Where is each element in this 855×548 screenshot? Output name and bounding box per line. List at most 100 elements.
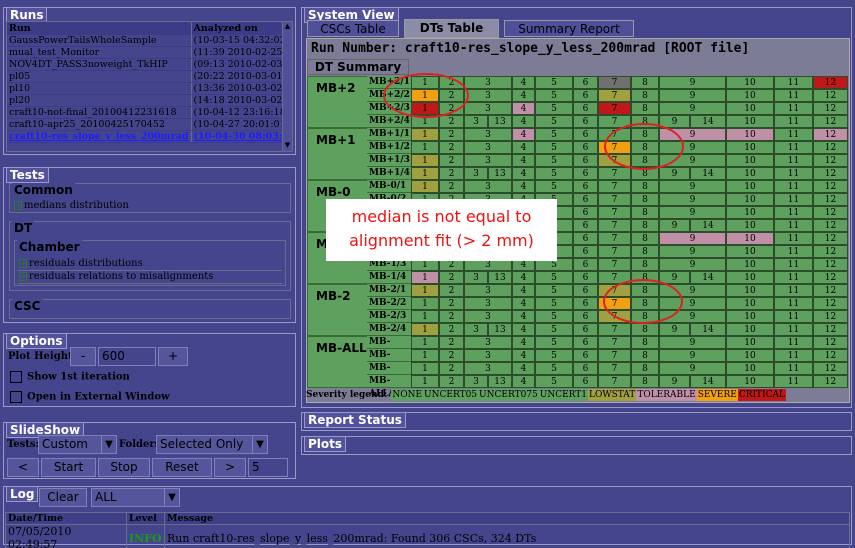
tests-select[interactable]: Custom ▼ [38, 435, 117, 454]
dt-chamber-cell[interactable]: 10 [726, 219, 774, 232]
run-row[interactable]: NOV4DT_PASS3noweight_TkHIP (09:13 2010-02… [7, 58, 292, 71]
station-label[interactable]: MB-2/2 [367, 297, 411, 310]
dt-chamber-cell[interactable]: 1 [411, 180, 439, 193]
dt-chamber-cell[interactable]: 10 [726, 154, 774, 167]
dt-chamber-cell[interactable]: 12 [813, 245, 848, 258]
station-label[interactable]: MB-0/1 [367, 180, 411, 193]
dt-chamber-cell[interactable]: 11 [774, 349, 813, 362]
dt-chamber-cell[interactable]: 7 [598, 349, 631, 362]
dt-chamber-cell[interactable]: 10 [726, 128, 774, 141]
dt-chamber-cell[interactable]: 4 [512, 362, 535, 375]
run-row[interactable]: craft10-apr25_20100425170452 (10-04-27 20… [7, 118, 292, 131]
dt-chamber-cell[interactable]: 11 [774, 323, 813, 336]
tab-cscs-table[interactable]: CSCs Table [307, 20, 399, 37]
dt-chamber-cell[interactable]: 5 [535, 102, 573, 115]
dt-chamber-cell[interactable]: 3 [464, 141, 512, 154]
dt-chamber-cell[interactable]: 2 [439, 115, 464, 128]
dt-chamber-cell[interactable]: 3 [464, 154, 512, 167]
dt-chamber-cell[interactable]: 8 [631, 375, 659, 388]
run-row[interactable]: mual_test_Monitor (11:39 2010-02-25) [7, 46, 292, 59]
dt-chamber-cell[interactable]: 3 [464, 310, 512, 323]
dt-chamber-cell[interactable]: 12 [813, 128, 848, 141]
dt-chamber-cell[interactable]: 3 [464, 362, 512, 375]
station-label[interactable]: MB-ALL/1 [367, 336, 411, 360]
station-label[interactable]: MB-ALL/4 [367, 375, 411, 399]
station-label[interactable]: MB-2/3 [367, 310, 411, 323]
dt-chamber-cell[interactable]: 3 [464, 284, 512, 297]
dt-chamber-cell[interactable]: 4 [512, 167, 535, 180]
dt-chamber-cell[interactable]: 6 [573, 102, 598, 115]
dt-chamber-cell[interactable]: 3 [464, 76, 512, 89]
dt-chamber-cell[interactable]: 5 [535, 128, 573, 141]
dt-chamber-cell[interactable]: 11 [774, 180, 813, 193]
dt-chamber-cell[interactable]: 4 [512, 76, 535, 89]
dt-chamber-cell[interactable]: 12 [813, 271, 848, 284]
run-row[interactable]: pl05 (20:22 2010-03-01) [7, 70, 292, 83]
dt-chamber-cell[interactable]: 4 [512, 89, 535, 102]
dt-chamber-cell[interactable]: 10 [726, 141, 774, 154]
dt-chamber-cell[interactable]: 10 [726, 245, 774, 258]
dt-chamber-cell[interactable]: 8 [631, 362, 659, 375]
dt-chamber-cell[interactable]: 7 [598, 219, 631, 232]
dt-chamber-cell[interactable]: 12 [813, 310, 848, 323]
dt-chamber-cell[interactable]: 2 [439, 336, 464, 349]
dt-chamber-cell[interactable]: 13 [488, 167, 512, 180]
dt-chamber-cell[interactable]: 6 [573, 310, 598, 323]
dt-chamber-cell[interactable]: 4 [512, 336, 535, 349]
dt-chamber-cell[interactable]: 4 [512, 102, 535, 115]
station-label[interactable]: MB-1/4 [367, 271, 411, 284]
dt-chamber-cell[interactable]: 10 [726, 375, 774, 388]
dt-chamber-cell[interactable]: 12 [813, 336, 848, 349]
dt-chamber-cell[interactable]: 1 [411, 336, 439, 349]
dt-chamber-cell[interactable]: 6 [573, 323, 598, 336]
station-label[interactable]: MB-ALL/3 [367, 362, 411, 386]
dt-chamber-cell[interactable]: 1 [411, 141, 439, 154]
dt-chamber-cell[interactable]: 10 [726, 167, 774, 180]
dt-chamber-cell[interactable]: 11 [774, 310, 813, 323]
dt-chamber-cell[interactable]: 12 [813, 258, 848, 271]
runs-scrollbar[interactable]: ▲ ▼ [282, 22, 292, 151]
dt-chamber-cell[interactable]: 12 [813, 284, 848, 297]
dt-chamber-cell[interactable]: 12 [813, 76, 848, 89]
dt-chamber-cell[interactable]: 3 [464, 115, 488, 128]
dt-chamber-cell[interactable]: 3 [464, 102, 512, 115]
dt-chamber-cell[interactable]: 4 [512, 323, 535, 336]
run-row[interactable]: pl10 (13:36 2010-03-02) [7, 82, 292, 95]
dt-chamber-cell[interactable]: 5 [535, 154, 573, 167]
dt-chamber-cell[interactable]: 12 [813, 219, 848, 232]
dt-chamber-cell[interactable]: 3 [464, 180, 512, 193]
dt-chamber-cell[interactable]: 5 [535, 323, 573, 336]
dt-chamber-cell[interactable]: 6 [573, 219, 598, 232]
dt-chamber-cell[interactable]: 4 [512, 154, 535, 167]
dt-chamber-cell[interactable]: 7 [598, 232, 631, 245]
dt-chamber-cell[interactable]: 6 [573, 141, 598, 154]
dt-chamber-cell[interactable]: 8 [631, 349, 659, 362]
dt-chamber-cell[interactable]: 11 [774, 336, 813, 349]
dt-chamber-cell[interactable]: 12 [813, 167, 848, 180]
dt-chamber-cell[interactable]: 4 [512, 271, 535, 284]
dt-chamber-cell[interactable]: 8 [631, 336, 659, 349]
dt-chamber-cell[interactable]: 2 [439, 180, 464, 193]
show-iteration-option[interactable]: Show 1st iteration [10, 371, 130, 383]
dt-chamber-cell[interactable]: 3 [464, 89, 512, 102]
dt-chamber-cell[interactable]: 6 [573, 297, 598, 310]
prev-slide-button[interactable]: < [7, 458, 39, 477]
dt-chamber-cell[interactable]: 7 [598, 336, 631, 349]
station-label[interactable]: MB-ALL/2 [367, 349, 411, 373]
run-row[interactable]: craft10-not-final_20100412231618 (10-04-1… [7, 106, 292, 119]
log-level-select[interactable]: ALL ▼ [91, 488, 180, 507]
dt-chamber-cell[interactable]: 6 [573, 154, 598, 167]
dt-chamber-cell[interactable]: 5 [535, 76, 573, 89]
station-label[interactable]: MB+1/3 [367, 154, 411, 167]
station-label[interactable]: MB+1/1 [367, 128, 411, 141]
dt-chamber-cell[interactable]: 11 [774, 297, 813, 310]
dt-chamber-cell[interactable]: 2 [439, 323, 464, 336]
dt-chamber-cell[interactable]: 7 [598, 323, 631, 336]
dt-chamber-cell[interactable]: 9 [659, 193, 726, 206]
dt-chamber-cell[interactable]: 11 [774, 115, 813, 128]
dt-chamber-cell[interactable]: 10 [726, 284, 774, 297]
dt-chamber-cell[interactable]: 2 [439, 349, 464, 362]
dt-chamber-cell[interactable]: 6 [573, 232, 598, 245]
dt-chamber-cell[interactable]: 7 [598, 180, 631, 193]
dt-chamber-cell[interactable]: 8 [631, 76, 659, 89]
